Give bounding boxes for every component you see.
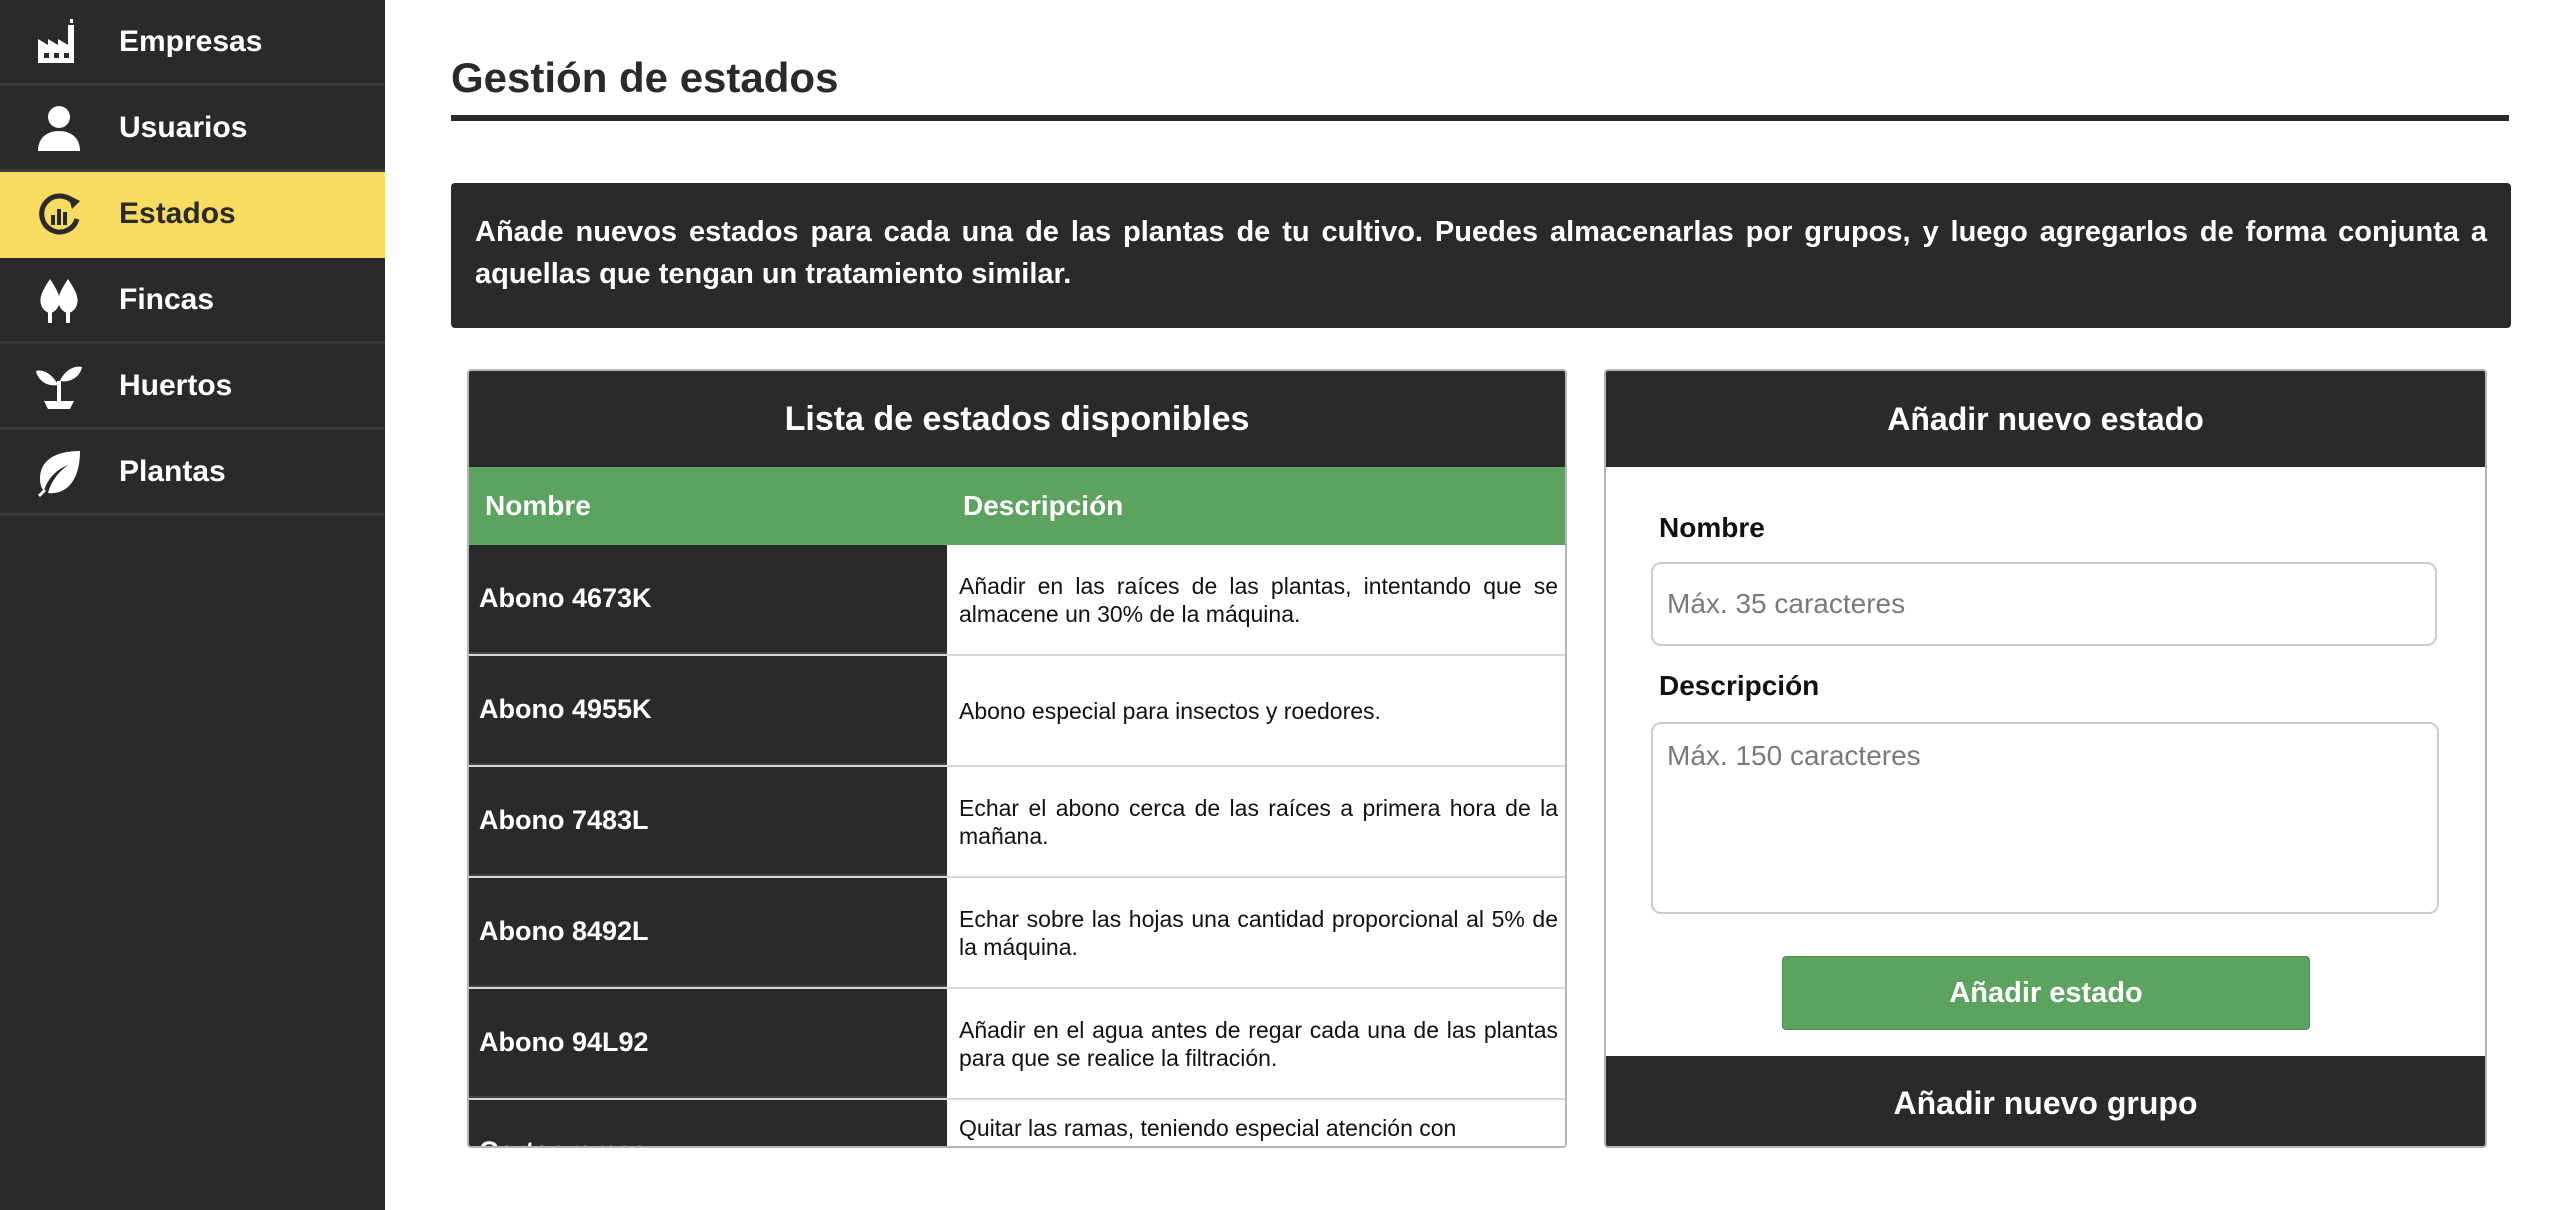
sidebar-item-plantas[interactable]: Plantas <box>0 430 385 516</box>
sprout-icon <box>34 358 84 414</box>
states-list-title: Lista de estados disponibles <box>469 371 1565 467</box>
table-row[interactable]: Abono 4955K Abono especial para insectos… <box>469 656 1565 767</box>
leaf-icon <box>34 444 84 500</box>
description-textarea[interactable] <box>1651 722 2439 914</box>
column-header-name: Nombre <box>485 490 591 521</box>
add-state-card: Añadir nuevo estado Nombre Descripción A… <box>1604 369 2487 1148</box>
add-state-title: Añadir nuevo estado <box>1606 371 2485 467</box>
states-list-card: Lista de estados disponibles Nombre Desc… <box>467 369 1567 1148</box>
table-header: Nombre Descripción <box>469 467 1565 545</box>
name-input[interactable] <box>1651 562 2437 646</box>
state-name: Abono 8492L <box>469 878 947 987</box>
sidebar-item-empresas[interactable]: Empresas <box>0 0 385 86</box>
sidebar-item-label: Usuarios <box>119 110 248 144</box>
sidebar-item-label: Fincas <box>119 282 215 316</box>
intro-banner: Añade nuevos estados para cada una de la… <box>451 183 2511 328</box>
column-header-description: Descripción <box>963 490 1124 521</box>
table-row[interactable]: Abono 8492L Echar sobre las hojas una ca… <box>469 878 1565 989</box>
table-row[interactable]: Abono 94L92 Añadir en el agua antes de r… <box>469 989 1565 1100</box>
title-divider <box>451 115 2509 121</box>
table-row[interactable]: Abono 7483L Echar el abono cerca de las … <box>469 767 1565 878</box>
sidebar-item-label: Huertos <box>119 368 233 402</box>
refresh-chart-icon <box>34 186 84 242</box>
state-description: Quitar las ramas, teniendo especial aten… <box>959 1115 1457 1141</box>
state-description: Añadir en las raíces de las plantas, int… <box>959 572 1558 627</box>
sidebar-item-fincas[interactable]: Fincas <box>0 258 385 344</box>
state-description: Echar el abono cerca de las raíces a pri… <box>959 794 1558 849</box>
trees-icon <box>34 272 84 328</box>
state-description: Echar sobre las hojas una cantidad propo… <box>959 905 1558 960</box>
state-name: Abono 4955K <box>469 656 947 765</box>
table-row[interactable]: Abono 4673K Añadir en las raíces de las … <box>469 545 1565 656</box>
sidebar-item-estados[interactable]: Estados <box>0 172 385 258</box>
state-name: Abono 94L92 <box>469 989 947 1098</box>
add-group-header[interactable]: Añadir nuevo grupo <box>1606 1056 2485 1146</box>
user-icon <box>34 100 84 156</box>
states-table-body[interactable]: Abono 4673K Añadir en las raíces de las … <box>469 545 1565 1146</box>
state-description: Abono especial para insectos y roedores. <box>959 697 1381 724</box>
description-label: Descripción <box>1659 670 1820 701</box>
sidebar-item-usuarios[interactable]: Usuarios <box>0 86 385 172</box>
factory-icon <box>34 14 84 70</box>
add-state-button[interactable]: Añadir estado <box>1782 956 2310 1030</box>
state-name: Abono 7483L <box>469 767 947 876</box>
state-description: Añadir en el agua antes de regar cada un… <box>959 1016 1558 1071</box>
sidebar-item-label: Plantas <box>119 454 226 488</box>
table-row[interactable]: Cortar ramas Quitar las ramas, teniendo … <box>469 1100 1565 1146</box>
state-name: Cortar ramas <box>469 1100 947 1146</box>
sidebar-item-label: Estados <box>119 196 236 230</box>
name-label: Nombre <box>1659 512 1765 543</box>
sidebar: Empresas Usuarios Estados Fincas Huertos… <box>0 0 385 1210</box>
page-title: Gestión de estados <box>451 54 839 101</box>
sidebar-item-huertos[interactable]: Huertos <box>0 344 385 430</box>
state-name: Abono 4673K <box>469 545 947 654</box>
sidebar-item-label: Empresas <box>119 24 263 58</box>
